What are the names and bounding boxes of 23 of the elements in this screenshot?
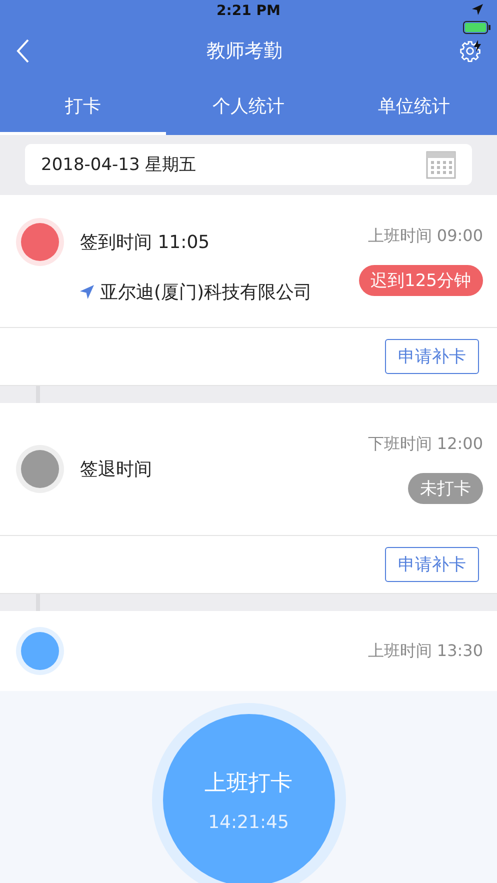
- apply-button[interactable]: 申请补卡: [385, 547, 479, 582]
- tab[interactable]: 单位统计: [331, 80, 497, 135]
- schedule-time: 下班时间 12:00: [368, 434, 483, 455]
- settings-icon[interactable]: [459, 40, 481, 62]
- page-title: 教师考勤: [206, 39, 282, 64]
- clock-in-button[interactable]: 上班打卡 14:21:45: [162, 714, 334, 883]
- location-arrow-icon: [80, 285, 94, 299]
- location-arrow-icon: [472, 4, 482, 15]
- location-text: 亚尔迪(厦门)科技有限公司: [100, 281, 312, 304]
- status-badge: 迟到125分钟: [358, 265, 483, 296]
- charging-bolt-icon: [474, 40, 480, 52]
- schedule-time: 上班时间 13:30: [368, 640, 483, 662]
- status-badge: 未打卡: [408, 473, 483, 504]
- date-field[interactable]: 2018-04-13 星期五: [25, 144, 472, 185]
- record-label: 签退时间: [80, 458, 152, 481]
- apply-button[interactable]: 申请补卡: [385, 339, 479, 374]
- status-time: 2:21 PM: [216, 3, 280, 19]
- tab[interactable]: 个人统计: [166, 80, 332, 135]
- record-label: 签到时间 11:05: [80, 231, 210, 254]
- battery-icon: [463, 21, 491, 34]
- tab[interactable]: 打卡: [0, 80, 166, 135]
- back-icon[interactable]: [16, 39, 30, 63]
- schedule-time: 上班时间 09:00: [368, 226, 483, 247]
